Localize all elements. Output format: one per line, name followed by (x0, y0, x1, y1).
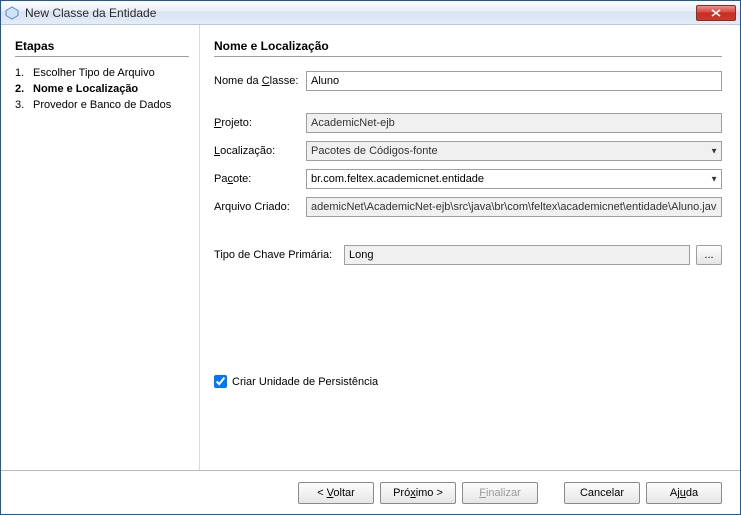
steps-sidebar: Etapas 1.Escolher Tipo de Arquivo 2.Nome… (1, 25, 199, 470)
package-row: Pacote: ▼ (214, 169, 722, 189)
steps-list: 1.Escolher Tipo de Arquivo 2.Nome e Loca… (15, 65, 189, 113)
app-icon (5, 6, 19, 20)
content-area: Etapas 1.Escolher Tipo de Arquivo 2.Nome… (1, 25, 740, 470)
location-value[interactable] (306, 141, 722, 161)
button-bar: < Voltar Próximo > Finalizar Cancelar Aj… (1, 470, 740, 515)
package-label: Pacote: (214, 173, 306, 185)
location-row: Localização: ▼ (214, 141, 722, 161)
panel-heading: Nome e Localização (214, 39, 722, 57)
step-2: 2.Nome e Localização (15, 81, 189, 97)
main-panel: Nome e Localização Nome da Classe: Proje… (199, 25, 740, 470)
sidebar-decoration (1, 270, 199, 470)
package-input[interactable] (306, 169, 722, 189)
class-name-row: Nome da Classe: (214, 71, 722, 91)
class-name-label: Nome da Classe: (214, 75, 306, 87)
created-file-label: Arquivo Criado: (214, 201, 306, 213)
pk-type-label: Tipo de Chave Primária: (214, 249, 344, 261)
project-input (306, 113, 722, 133)
persistence-row: Criar Unidade de Persistência (214, 375, 722, 388)
cancel-button[interactable]: Cancelar (564, 482, 640, 504)
project-row: Projeto: (214, 113, 722, 133)
step-1: 1.Escolher Tipo de Arquivo (15, 65, 189, 81)
back-button[interactable]: < Voltar (298, 482, 374, 504)
close-icon (711, 9, 721, 17)
window-title: New Classe da Entidade (25, 6, 696, 20)
pk-type-input (344, 245, 690, 265)
project-label: Projeto: (214, 117, 306, 129)
dialog-window: New Classe da Entidade Etapas 1.Escolher… (0, 0, 741, 515)
class-name-input[interactable] (306, 71, 722, 91)
step-3: 3.Provedor e Banco de Dados (15, 97, 189, 113)
package-combobox[interactable]: ▼ (306, 169, 722, 189)
created-file-row: Arquivo Criado: (214, 197, 722, 217)
pk-type-row: Tipo de Chave Primária: ... (214, 245, 722, 265)
next-button[interactable]: Próximo > (380, 482, 456, 504)
titlebar[interactable]: New Classe da Entidade (1, 1, 740, 25)
persistence-label: Criar Unidade de Persistência (232, 376, 378, 388)
persistence-checkbox[interactable] (214, 375, 227, 388)
help-button[interactable]: Ajuda (646, 482, 722, 504)
steps-heading: Etapas (15, 39, 189, 57)
location-select[interactable]: ▼ (306, 141, 722, 161)
pk-type-browse-button[interactable]: ... (696, 245, 722, 265)
finish-button: Finalizar (462, 482, 538, 504)
close-button[interactable] (696, 5, 736, 21)
location-label: Localização: (214, 145, 306, 157)
created-file-input (306, 197, 722, 217)
